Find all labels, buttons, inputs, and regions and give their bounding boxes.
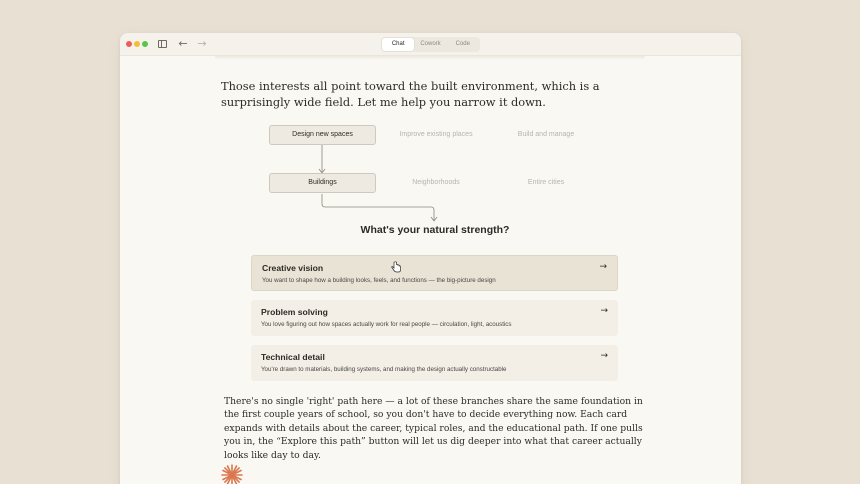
tree-node-entire-cities[interactable]: Entire cities <box>496 173 596 193</box>
app-window: ← → Chat Cowork Code Those interests all… <box>120 33 741 484</box>
tree-node-neighborhoods[interactable]: Neighborhoods <box>386 173 486 193</box>
option-description: You love figuring out how spaces actuall… <box>261 321 512 328</box>
tree-node-improve-existing-places[interactable]: Improve existing places <box>386 125 486 145</box>
tree-node-build-and-manage[interactable]: Build and manage <box>496 125 596 145</box>
option-description: You're drawn to materials, building syst… <box>261 366 507 373</box>
arrow-right-icon: → <box>600 351 608 361</box>
option-title: Technical detail <box>261 352 325 362</box>
arrow-right-icon: → <box>599 262 607 272</box>
option-card-technical-detail[interactable]: Technical detail You're drawn to materia… <box>251 345 618 381</box>
option-title: Problem solving <box>261 307 328 317</box>
question-heading: What's your natural strength? <box>360 224 510 236</box>
tree-node-buildings[interactable]: Buildings <box>269 173 376 193</box>
tree-node-design-new-spaces[interactable]: Design new spaces <box>269 125 376 145</box>
option-card-creative-vision[interactable]: Creative vision You want to shape how a … <box>251 255 618 291</box>
arrow-right-icon: → <box>600 306 608 316</box>
outro-paragraph: There's no single 'right' path here — a … <box>224 396 643 461</box>
option-description: You want to shape how a building looks, … <box>262 277 496 284</box>
hand-cursor-icon <box>391 261 401 273</box>
option-card-problem-solving[interactable]: Problem solving You love figuring out ho… <box>251 300 618 336</box>
spark-logo-icon <box>221 464 243 484</box>
option-title: Creative vision <box>262 263 324 273</box>
